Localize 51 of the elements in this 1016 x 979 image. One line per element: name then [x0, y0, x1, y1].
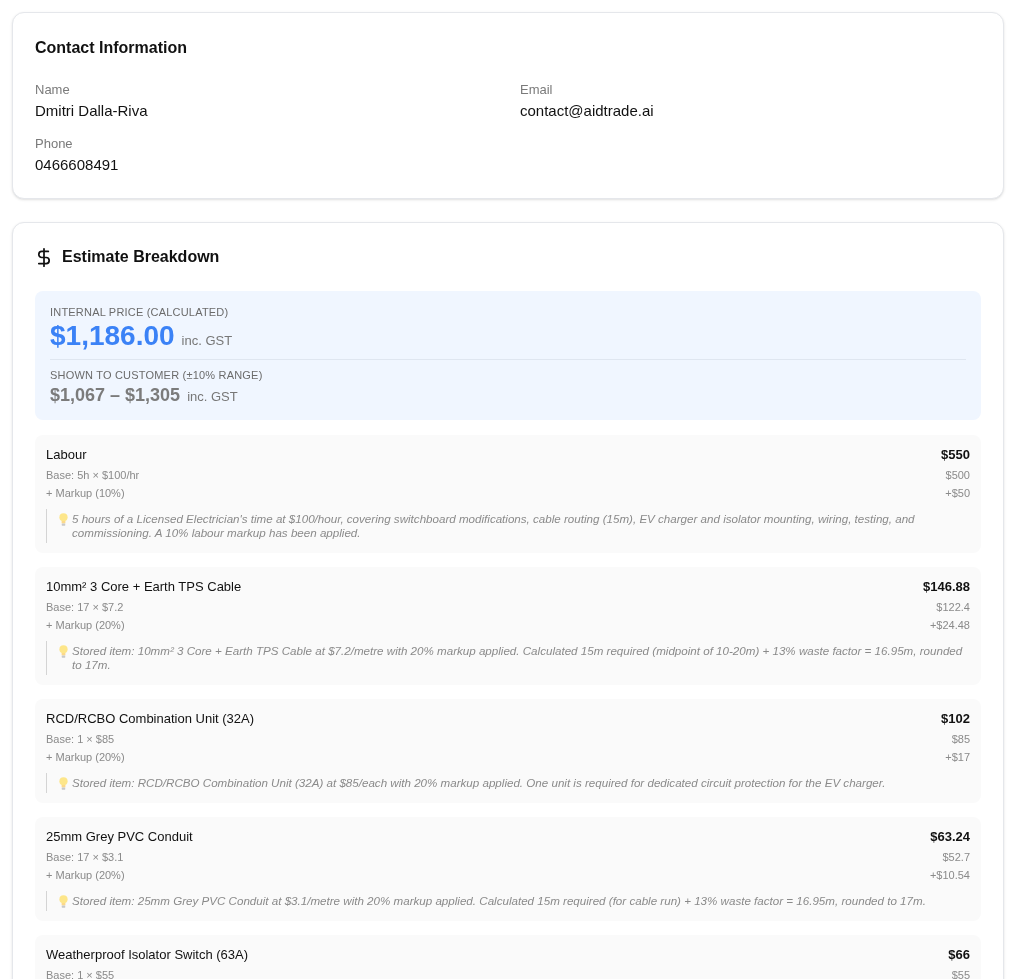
- lightbulb-icon: [59, 645, 68, 658]
- cost-line-label: + Markup (20%): [46, 750, 125, 765]
- cost-line-label: Base: 1 × $85: [46, 732, 115, 747]
- field-value: contact@aidtrade.ai: [520, 101, 654, 121]
- tax-note: inc. GST: [187, 388, 238, 406]
- section-title: Estimate Breakdown: [62, 247, 220, 267]
- cost-line-amount: +$17: [945, 750, 970, 765]
- cost-line-label: + Markup (20%): [46, 868, 125, 883]
- price-label: SHOWN TO CUSTOMER (±10% RANGE): [50, 368, 263, 383]
- section-title: Contact Information: [35, 38, 188, 58]
- internal-price: $1,186.00: [50, 320, 175, 352]
- cost-line-amount: +$24.48: [929, 618, 970, 633]
- item-total: $102: [941, 710, 970, 728]
- customer-price-range: $1,067 – $1,305: [50, 384, 181, 407]
- field-value: Dmitri Dalla-Riva: [35, 101, 148, 121]
- item-note: Stored item: 10mm² 3 Core + Earth TPS Cable at $7.2/metre with 20% markup applied. Calculated 15m required (midpoint of 10-20m) + 13% waste factor = 16.95m, rounded to 17m.: [72, 644, 964, 672]
- item-name: 10mm² 3 Core + Earth TPS Cable: [46, 578, 242, 596]
- cost-line-amount: +$50: [945, 486, 970, 501]
- item-total: $63.24: [930, 828, 970, 846]
- lightbulb-icon: [59, 895, 68, 908]
- field-label: Name: [35, 81, 70, 99]
- field-label: Email: [520, 81, 553, 99]
- cost-line-label: Base: 5h × $100/hr: [46, 468, 140, 483]
- cost-line-label: + Markup (10%): [46, 486, 125, 501]
- cost-line-label: Base: 17 × $3.1: [46, 850, 124, 865]
- price-label: INTERNAL PRICE (CALCULATED): [50, 305, 229, 320]
- item-total: $146.88: [923, 578, 970, 596]
- cost-line-amount: +$10.54: [929, 868, 970, 883]
- tax-note: inc. GST: [181, 332, 233, 350]
- item-name: Labour: [46, 446, 87, 464]
- item-total: $66: [948, 946, 970, 964]
- field-label: Phone: [35, 135, 73, 153]
- cost-line-label: Base: 17 × $7.2: [46, 600, 124, 615]
- cost-line-amount: $500: [945, 468, 970, 483]
- lightbulb-icon: [59, 777, 68, 790]
- item-total: $550: [941, 446, 970, 464]
- cost-line-amount: $85: [951, 732, 970, 747]
- cost-line-amount: $55: [951, 968, 970, 979]
- item-note: Stored item: 25mm Grey PVC Conduit at $3.1/metre with 20% markup applied. Calculated 15m required (for cable run) + 13% waste factor = 16.95m, rounded to 17m.: [72, 894, 926, 908]
- field-value: 0466608491: [35, 155, 119, 175]
- lightbulb-icon: [59, 513, 68, 526]
- item-note: 5 hours of a Licensed Electrician's time at $100/hour, covering switchboard modifications, cable routing (15m), EV charger and isolator mounting, wiring, testing, and commissioning. A 10% labour markup has been applied.: [72, 512, 916, 540]
- item-name: Weatherproof Isolator Switch (63A): [46, 946, 249, 964]
- cost-line-amount: $122.4: [936, 600, 970, 615]
- item-name: RCD/RCBO Combination Unit (32A): [46, 710, 255, 728]
- cost-line-label: Base: 1 × $55: [46, 968, 115, 979]
- cost-line-label: + Markup (20%): [46, 618, 125, 633]
- item-name: 25mm Grey PVC Conduit: [46, 828, 193, 846]
- item-note: Stored item: RCD/RCBO Combination Unit (32A) at $85/each with 20% markup applied. One unit is required for dedicated circuit protection for the EV charger.: [72, 776, 886, 790]
- cost-line-amount: $52.7: [942, 850, 970, 865]
- dollar-sign-icon: [37, 247, 51, 267]
